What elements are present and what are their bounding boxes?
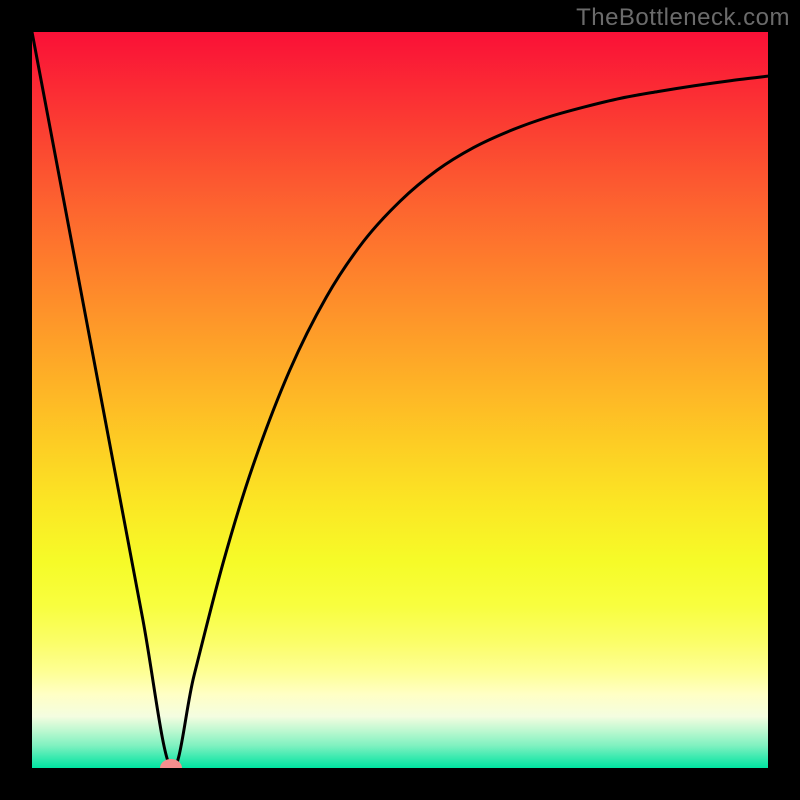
curve-layer: [32, 32, 768, 768]
bottleneck-curve: [32, 32, 768, 768]
plot-area: [32, 32, 768, 768]
chart-frame: TheBottleneck.com: [0, 0, 800, 800]
watermark-text: TheBottleneck.com: [576, 4, 790, 32]
